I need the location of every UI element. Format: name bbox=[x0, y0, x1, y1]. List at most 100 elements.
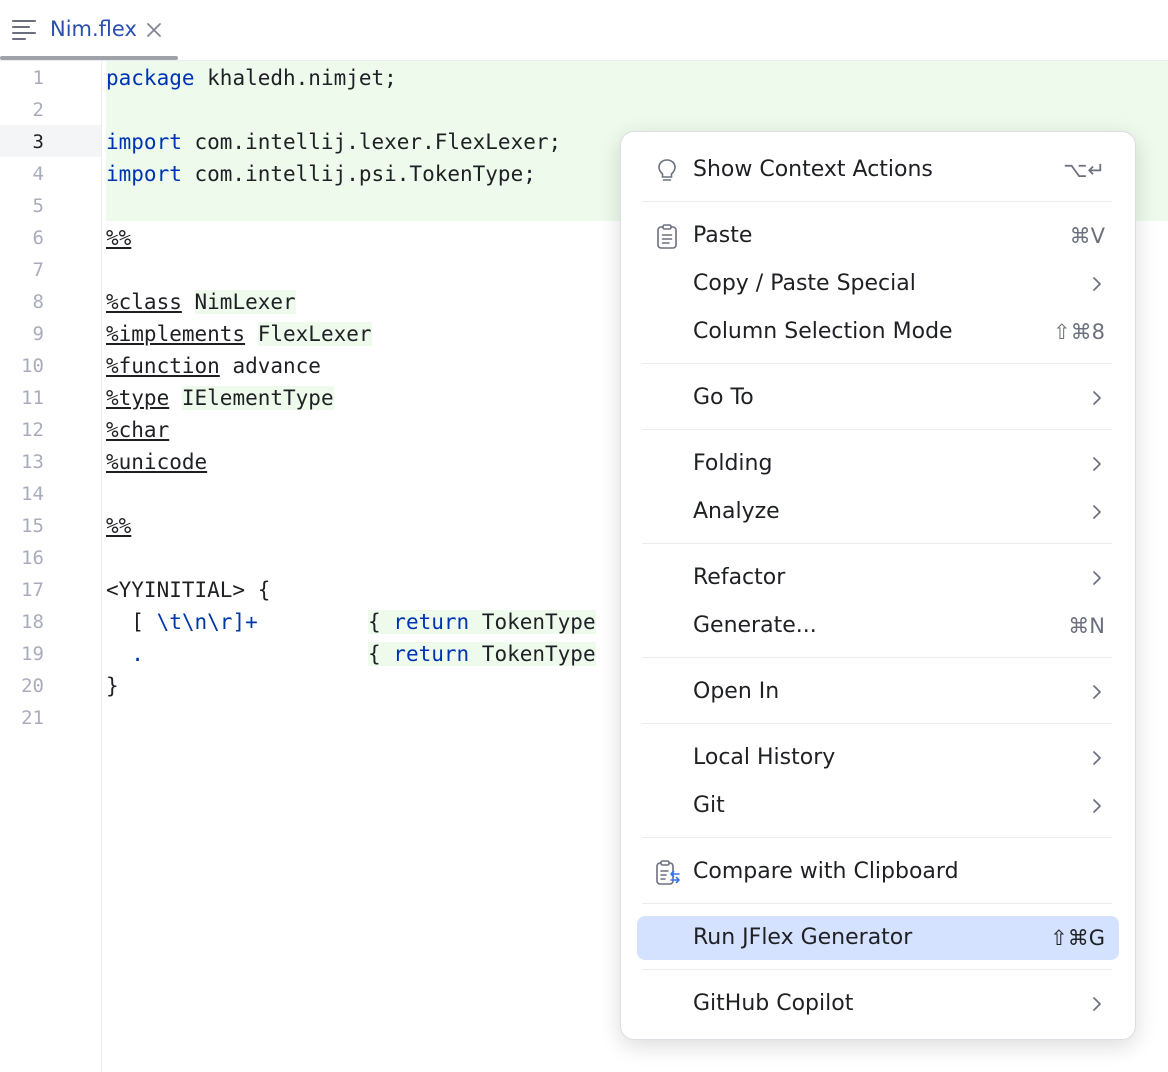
active-tab-indicator bbox=[0, 56, 178, 60]
menu-item-label: Go To bbox=[693, 385, 754, 410]
menu-item-copy-paste-special[interactable]: Copy / Paste Special bbox=[637, 262, 1119, 306]
menu-item-generate[interactable]: Generate... ⌘N bbox=[637, 604, 1119, 648]
menu-item-go-to[interactable]: Go To bbox=[637, 376, 1119, 420]
line-number: 20 bbox=[21, 675, 44, 697]
menu-separator bbox=[642, 903, 1112, 904]
menu-item-shortcut: ⌘N bbox=[1068, 614, 1105, 638]
line-number: 21 bbox=[21, 707, 44, 729]
code-line: %unicode bbox=[106, 450, 208, 474]
menu-item-refactor[interactable]: Refactor bbox=[637, 556, 1119, 600]
code-line: import com.intellij.lexer.FlexLexer; bbox=[106, 130, 562, 154]
menu-item-label: Run JFlex Generator bbox=[693, 925, 913, 950]
chevron-right-icon bbox=[1093, 685, 1101, 699]
chevron-right-icon bbox=[1093, 997, 1101, 1011]
menu-item-open-in[interactable]: Open In bbox=[637, 670, 1119, 714]
chevron-right-icon bbox=[1093, 391, 1101, 405]
menu-item-folding[interactable]: Folding bbox=[637, 442, 1119, 486]
lightbulb-icon bbox=[658, 159, 676, 181]
line-number: 8 bbox=[32, 291, 44, 313]
menu-separator bbox=[642, 363, 1112, 364]
menu-item-label: Open In bbox=[693, 679, 780, 704]
line-number-current: 3 bbox=[32, 131, 44, 153]
code-line: <YYINITIAL> { bbox=[106, 578, 271, 602]
line-number: 10 bbox=[21, 355, 44, 377]
menu-item-paste[interactable]: Paste ⌘V bbox=[637, 214, 1119, 258]
code-line: [ \t\n\r]+ bbox=[106, 610, 258, 634]
editor-context-menu: Show Context Actions ⌥↵ Paste ⌘V Copy / … bbox=[620, 131, 1136, 1040]
menu-item-local-history[interactable]: Local History bbox=[637, 736, 1119, 780]
menu-item-github-copilot[interactable]: GitHub Copilot bbox=[637, 982, 1119, 1026]
chevron-right-icon bbox=[1093, 799, 1101, 813]
menu-item-show-context-actions[interactable]: Show Context Actions ⌥↵ bbox=[637, 148, 1119, 192]
menu-item-label: Column Selection Mode bbox=[693, 319, 953, 344]
menu-separator bbox=[642, 543, 1112, 544]
chevron-right-icon bbox=[1093, 751, 1101, 765]
clipboard-icon bbox=[657, 224, 677, 249]
line-number: 19 bbox=[21, 643, 44, 665]
menu-item-label: GitHub Copilot bbox=[693, 991, 854, 1016]
line-number: 4 bbox=[32, 163, 44, 185]
menu-item-shortcut: ⇧⌘G bbox=[1050, 926, 1105, 950]
menu-separator bbox=[642, 837, 1112, 838]
menu-item-label: Generate... bbox=[693, 613, 817, 638]
line-number: 2 bbox=[32, 99, 44, 121]
compare-clipboard-icon bbox=[656, 860, 680, 885]
line-number: 12 bbox=[21, 419, 44, 441]
tab-label: Nim.flex bbox=[50, 17, 137, 41]
line-number: 1 bbox=[32, 67, 44, 89]
line-number: 5 bbox=[32, 195, 44, 217]
file-lines-icon bbox=[12, 20, 36, 40]
line-number: 11 bbox=[21, 387, 44, 409]
menu-item-label: Folding bbox=[693, 451, 773, 476]
menu-item-label: Analyze bbox=[693, 499, 780, 524]
menu-separator bbox=[642, 969, 1112, 970]
menu-item-shortcut: ⌥↵ bbox=[1063, 158, 1105, 182]
code-line: %implements FlexLexer bbox=[106, 322, 372, 346]
menu-item-shortcut: ⇧⌘8 bbox=[1053, 320, 1105, 344]
line-number: 9 bbox=[32, 323, 44, 345]
chevron-right-icon bbox=[1093, 571, 1101, 585]
menu-item-label: Copy / Paste Special bbox=[693, 271, 916, 296]
menu-separator bbox=[642, 429, 1112, 430]
chevron-right-icon bbox=[1093, 457, 1101, 471]
line-number-gutter[interactable]: 1 2 3 4 5 6 7 8 9 10 11 12 13 14 15 16 1… bbox=[0, 61, 102, 1072]
close-icon[interactable] bbox=[144, 20, 164, 40]
menu-item-label: Refactor bbox=[693, 565, 786, 590]
menu-item-compare-with-clipboard[interactable]: Compare with Clipboard bbox=[637, 850, 1119, 894]
menu-item-label: Local History bbox=[693, 745, 836, 770]
code-line: %type IElementType bbox=[106, 386, 334, 410]
menu-item-shortcut: ⌘V bbox=[1069, 224, 1105, 248]
menu-item-label: Git bbox=[693, 793, 725, 818]
menu-item-label: Show Context Actions bbox=[693, 157, 933, 182]
code-line-action: { return TokenType bbox=[368, 610, 596, 634]
code-line-action: { return TokenType bbox=[368, 642, 596, 666]
line-number: 18 bbox=[21, 611, 44, 633]
line-number: 7 bbox=[32, 259, 44, 281]
menu-item-label: Compare with Clipboard bbox=[693, 859, 959, 884]
code-line: %char bbox=[106, 418, 170, 442]
menu-item-git[interactable]: Git bbox=[637, 784, 1119, 828]
code-line: . bbox=[106, 642, 144, 666]
line-number: 13 bbox=[21, 451, 44, 473]
line-number: 16 bbox=[21, 547, 44, 569]
menu-item-column-selection-mode[interactable]: Column Selection Mode ⇧⌘8 bbox=[637, 310, 1119, 354]
code-line: import com.intellij.psi.TokenType; bbox=[106, 162, 536, 186]
code-line: package khaledh.nimjet; bbox=[106, 66, 397, 90]
code-line: %function advance bbox=[106, 354, 321, 378]
menu-separator bbox=[642, 201, 1112, 202]
line-number: 6 bbox=[32, 227, 44, 249]
code-line: %class NimLexer bbox=[106, 290, 296, 314]
editor-tab-bar: Nim.flex bbox=[0, 0, 1168, 61]
code-line: %% bbox=[106, 226, 132, 250]
chevron-right-icon bbox=[1093, 277, 1101, 291]
menu-item-run-jflex-generator[interactable]: Run JFlex Generator ⇧⌘G bbox=[637, 916, 1119, 960]
chevron-right-icon bbox=[1093, 505, 1101, 519]
menu-item-analyze[interactable]: Analyze bbox=[637, 490, 1119, 534]
code-line: %% bbox=[106, 514, 132, 538]
line-number: 17 bbox=[21, 579, 44, 601]
line-number: 15 bbox=[21, 515, 44, 537]
menu-separator bbox=[642, 723, 1112, 724]
tab-nim-flex[interactable]: Nim.flex bbox=[0, 0, 178, 60]
code-line: } bbox=[106, 674, 119, 698]
menu-separator bbox=[642, 657, 1112, 658]
